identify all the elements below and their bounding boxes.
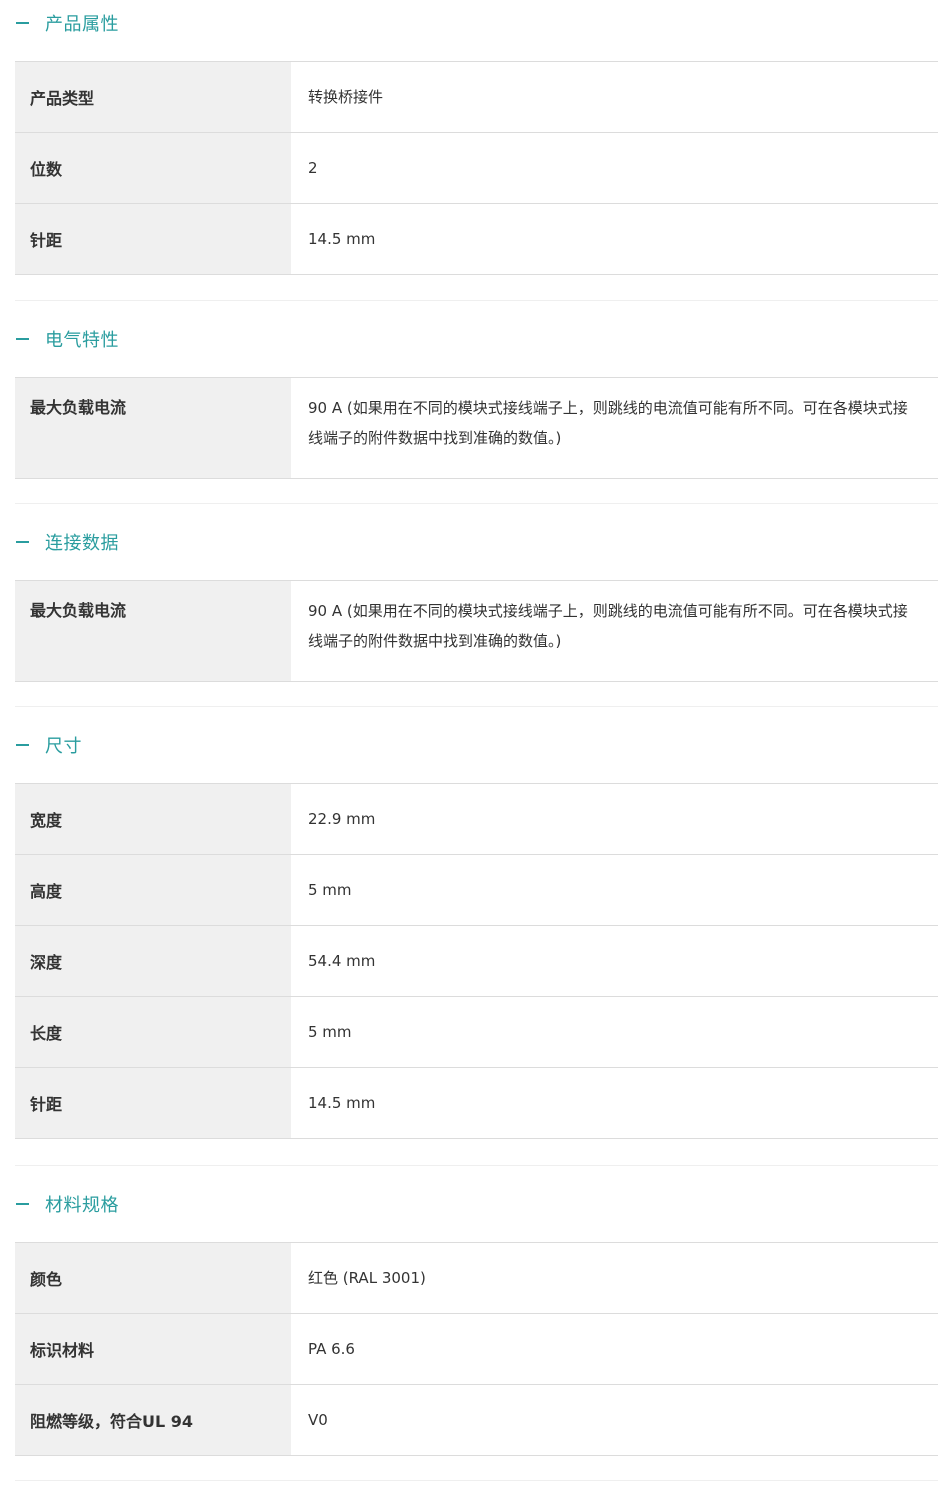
section-title: 电气特性 — [45, 330, 119, 351]
row-label: 宽度 — [15, 784, 291, 854]
spec-table: 最大负载电流 90 A (如果用在不同的模块式接线端子上，则跳线的电流值可能有所… — [15, 580, 938, 682]
row-value: 14.5 mm — [308, 1094, 376, 1112]
table-row: 位数 2 — [15, 133, 938, 204]
section-product-properties: 产品属性 产品类型 转换桥接件 位数 2 针距 14.5 mm — [15, 0, 938, 275]
row-value: 14.5 mm — [308, 230, 376, 248]
table-row: 颜色 红色 (RAL 3001) — [15, 1243, 938, 1314]
section-title: 尺寸 — [45, 736, 82, 757]
row-value: 红色 (RAL 3001) — [308, 1269, 426, 1287]
table-row: 长度 5 mm — [15, 997, 938, 1068]
row-label: 颜色 — [15, 1243, 291, 1313]
minus-icon[interactable] — [16, 541, 29, 543]
row-value: 22.9 mm — [308, 810, 376, 828]
product-specs-page: 产品属性 产品类型 转换桥接件 位数 2 针距 14.5 mm 电气特性 最大负… — [0, 0, 947, 1492]
table-row: 高度 5 mm — [15, 855, 938, 926]
section-material: 材料规格 颜色 红色 (RAL 3001) 标识材料 PA 6.6 阻燃等级，符… — [15, 1173, 938, 1456]
section-electrical: 电气特性 最大负载电流 90 A (如果用在不同的模块式接线端子上，则跳线的电流… — [15, 308, 938, 479]
row-label: 最大负载电流 — [15, 581, 291, 681]
row-value: 90 A (如果用在不同的模块式接线端子上，则跳线的电流值可能有所不同。可在各模… — [308, 602, 908, 650]
table-row: 标识材料 PA 6.6 — [15, 1314, 938, 1385]
section-divider — [15, 300, 938, 301]
row-value: 90 A (如果用在不同的模块式接线端子上，则跳线的电流值可能有所不同。可在各模… — [308, 399, 908, 447]
minus-icon[interactable] — [16, 1203, 29, 1205]
section-title: 连接数据 — [45, 533, 119, 554]
section-divider — [15, 1165, 938, 1166]
row-value: 5 mm — [308, 881, 352, 899]
row-label: 针距 — [15, 1068, 291, 1138]
section-header-connection[interactable]: 连接数据 — [15, 511, 938, 573]
spec-table: 颜色 红色 (RAL 3001) 标识材料 PA 6.6 阻燃等级，符合UL 9… — [15, 1242, 938, 1456]
section-divider — [15, 503, 938, 504]
row-value: 转换桥接件 — [308, 88, 384, 106]
row-value: 5 mm — [308, 1023, 352, 1041]
table-row: 最大负载电流 90 A (如果用在不同的模块式接线端子上，则跳线的电流值可能有所… — [15, 378, 938, 479]
section-header-product-properties[interactable]: 产品属性 — [15, 0, 938, 54]
table-row: 深度 54.4 mm — [15, 926, 938, 997]
row-value: PA 6.6 — [308, 1340, 355, 1358]
minus-icon[interactable] — [16, 22, 29, 24]
section-header-material[interactable]: 材料规格 — [15, 1173, 938, 1235]
section-title: 产品属性 — [45, 14, 119, 35]
row-label: 深度 — [15, 926, 291, 996]
table-row: 针距 14.5 mm — [15, 204, 938, 275]
table-row: 最大负载电流 90 A (如果用在不同的模块式接线端子上，则跳线的电流值可能有所… — [15, 581, 938, 682]
row-value: 54.4 mm — [308, 952, 376, 970]
section-connection: 连接数据 最大负载电流 90 A (如果用在不同的模块式接线端子上，则跳线的电流… — [15, 511, 938, 682]
section-divider — [15, 706, 938, 707]
section-dimensions: 尺寸 宽度 22.9 mm 高度 5 mm 深度 54.4 mm 长度 5 mm… — [15, 714, 938, 1139]
row-label: 最大负载电流 — [15, 378, 291, 478]
row-label: 产品类型 — [15, 62, 291, 132]
minus-icon[interactable] — [16, 338, 29, 340]
table-row: 针距 14.5 mm — [15, 1068, 938, 1139]
spec-table: 产品类型 转换桥接件 位数 2 针距 14.5 mm — [15, 61, 938, 275]
table-row: 产品类型 转换桥接件 — [15, 62, 938, 133]
row-label: 位数 — [15, 133, 291, 203]
spec-table: 宽度 22.9 mm 高度 5 mm 深度 54.4 mm 长度 5 mm 针距… — [15, 783, 938, 1139]
section-title: 材料规格 — [45, 1195, 119, 1216]
section-header-electrical[interactable]: 电气特性 — [15, 308, 938, 370]
minus-icon[interactable] — [16, 744, 29, 746]
row-label: 标识材料 — [15, 1314, 291, 1384]
section-header-dimensions[interactable]: 尺寸 — [15, 714, 938, 776]
table-row: 宽度 22.9 mm — [15, 784, 938, 855]
section-divider — [15, 1480, 938, 1481]
spec-table: 最大负载电流 90 A (如果用在不同的模块式接线端子上，则跳线的电流值可能有所… — [15, 377, 938, 479]
row-value: V0 — [308, 1411, 328, 1429]
row-value: 2 — [308, 159, 318, 177]
row-label: 阻燃等级，符合UL 94 — [15, 1385, 291, 1455]
row-label: 长度 — [15, 997, 291, 1067]
row-label: 针距 — [15, 204, 291, 274]
table-row: 阻燃等级，符合UL 94 V0 — [15, 1385, 938, 1456]
row-label: 高度 — [15, 855, 291, 925]
